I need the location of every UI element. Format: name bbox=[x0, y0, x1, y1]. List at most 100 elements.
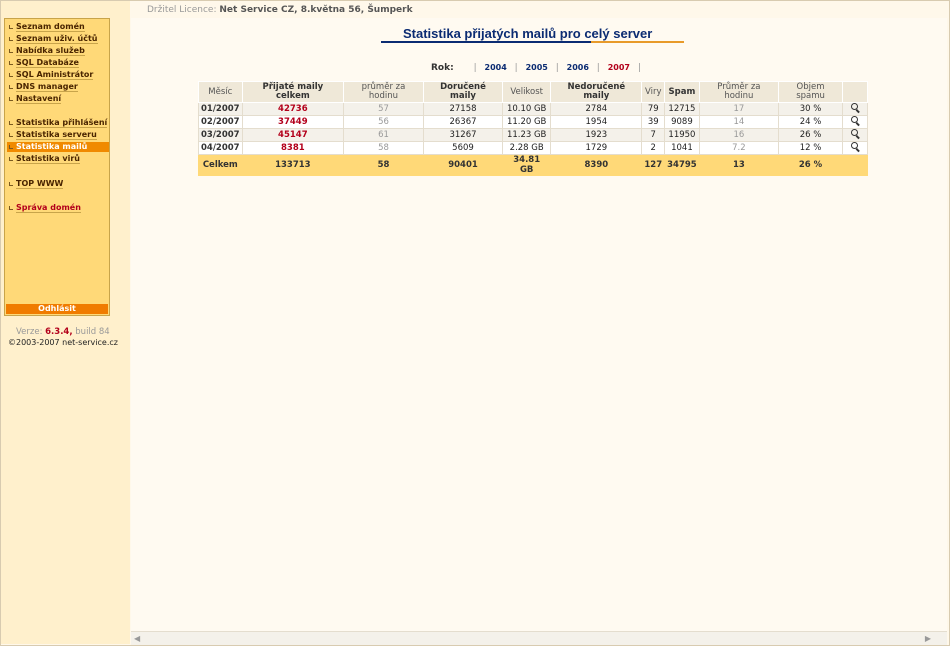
header-size: Velikost bbox=[502, 81, 552, 103]
cell-total-spam-volume: 26 % bbox=[778, 154, 843, 176]
menu-item-label: Statistika serveru bbox=[16, 130, 97, 140]
cell-month: 02/2007 bbox=[198, 115, 243, 129]
year-link-2007[interactable]: 2007 bbox=[608, 63, 630, 72]
separator: | bbox=[555, 63, 559, 73]
build-number: build 84 bbox=[75, 327, 110, 337]
separator: | bbox=[473, 63, 477, 73]
cell-undelivered: 1923 bbox=[550, 128, 643, 142]
version-label: Verze: bbox=[16, 327, 43, 337]
cell-avg: 58 bbox=[343, 141, 424, 155]
year-link-2005[interactable]: 2005 bbox=[526, 63, 548, 72]
menu-item-mail-stats[interactable]: Statistika mailů bbox=[7, 142, 109, 152]
table-row: 03/2007 45147 61 31267 11.23 GB 1923 7 1… bbox=[198, 128, 868, 142]
table-row: 01/2007 42736 57 27158 10.10 GB 2784 79 … bbox=[198, 102, 868, 116]
menu-item-label: Statistika přihlášení bbox=[16, 118, 108, 128]
cell-spam: 1041 bbox=[664, 141, 700, 155]
cell-detail bbox=[842, 141, 868, 155]
cell-spam-volume: 26 % bbox=[778, 128, 843, 142]
cell-month: 01/2007 bbox=[198, 102, 243, 116]
cell-spam-avg: 7.2 bbox=[698, 141, 780, 155]
menu-item-label: Správa domén bbox=[16, 203, 81, 213]
header-delivered: Doručené maily bbox=[422, 81, 504, 103]
magnifier-icon[interactable] bbox=[850, 103, 860, 112]
menu-item-services[interactable]: Nabídka služeb bbox=[7, 46, 85, 56]
cell-total-undelivered: 8390 bbox=[550, 154, 643, 176]
menu-item-domain-list[interactable]: Seznam domén bbox=[7, 22, 85, 32]
sidebar: Seznam domén Seznam uživ. účtů Nabídka s… bbox=[1, 1, 130, 644]
cell-spam: 11950 bbox=[664, 128, 700, 142]
separator: | bbox=[514, 63, 518, 73]
table-row: 04/2007 8381 58 5609 2.28 GB 1729 2 1041… bbox=[198, 141, 868, 155]
title-underline-accent bbox=[591, 41, 684, 43]
menu-item-user-accounts[interactable]: Seznam uživ. účtů bbox=[7, 34, 98, 44]
scroll-right-arrow-icon[interactable]: ▶ bbox=[925, 634, 931, 643]
year-link-2006[interactable]: 2006 bbox=[567, 63, 589, 72]
main-menu: Seznam domén Seznam uživ. účtů Nabídka s… bbox=[4, 18, 110, 316]
header-detail bbox=[842, 81, 868, 103]
cell-spam-avg: 16 bbox=[698, 128, 780, 142]
table-header-row: Měsíc Přijaté maily celkem průměr za hod… bbox=[198, 81, 868, 103]
year-selector: Rok: | 2004 | 2005 | 2006 | 2007 | bbox=[431, 63, 646, 73]
cell-spam-avg: 14 bbox=[698, 115, 780, 129]
magnifier-icon[interactable] bbox=[850, 116, 860, 125]
menu-item-domain-management[interactable]: Správa domén bbox=[7, 203, 81, 213]
year-link-2004[interactable]: 2004 bbox=[485, 63, 507, 72]
cell-spam: 9089 bbox=[664, 115, 700, 129]
cell-size: 2.28 GB bbox=[502, 141, 552, 155]
cell-received: 45147 bbox=[241, 128, 345, 142]
table-total-row: Celkem 133713 58 90401 34.81 GB 8390 127… bbox=[198, 154, 868, 176]
cell-total-empty bbox=[842, 154, 868, 176]
cell-undelivered: 2784 bbox=[550, 102, 643, 116]
menu-item-label: Statistika virů bbox=[16, 154, 80, 164]
magnifier-icon[interactable] bbox=[850, 142, 860, 151]
cell-undelivered: 1729 bbox=[550, 141, 643, 155]
licence-value: Net Service CZ, 8.května 56, Šumperk bbox=[219, 5, 413, 15]
horizontal-scrollbar[interactable]: ◀ ▶ bbox=[131, 631, 947, 645]
cell-size: 11.20 GB bbox=[502, 115, 552, 129]
cell-month: 04/2007 bbox=[198, 141, 243, 155]
cell-detail bbox=[842, 128, 868, 142]
cell-delivered: 26367 bbox=[422, 115, 504, 129]
cell-received: 8381 bbox=[241, 141, 345, 155]
menu-item-server-stats[interactable]: Statistika serveru bbox=[7, 130, 97, 140]
cell-spam-volume: 24 % bbox=[778, 115, 843, 129]
cell-size: 10.10 GB bbox=[502, 102, 552, 116]
menu-item-sql-databases[interactable]: SQL Databáze bbox=[7, 58, 79, 68]
header-undelivered: Nedoručené maily bbox=[550, 81, 643, 103]
cell-detail bbox=[842, 115, 868, 129]
menu-item-settings[interactable]: Nastavení bbox=[7, 94, 62, 104]
page-title: Statistika přijatých mailů pro celý serv… bbox=[403, 26, 653, 41]
menu-item-label: SQL Aministrátor bbox=[16, 70, 94, 80]
cell-spam-avg: 17 bbox=[698, 102, 780, 116]
cell-avg: 61 bbox=[343, 128, 424, 142]
menu-item-virus-stats[interactable]: Statistika virů bbox=[7, 154, 80, 164]
logout-button[interactable]: Odhlásit bbox=[6, 304, 108, 314]
top-bar: Držitel Licence: Net Service CZ, 8.květn… bbox=[130, 1, 948, 18]
scroll-left-arrow-icon[interactable]: ◀ bbox=[134, 634, 140, 643]
cell-total-avg: 58 bbox=[343, 154, 424, 176]
cell-delivered: 31267 bbox=[422, 128, 504, 142]
magnifier-icon[interactable] bbox=[850, 129, 860, 138]
separator: | bbox=[637, 63, 641, 73]
cell-viruses: 39 bbox=[641, 115, 666, 129]
menu-item-label: DNS manager bbox=[16, 82, 78, 92]
mail-stats-table: Měsíc Přijaté maily celkem průměr za hod… bbox=[198, 81, 868, 176]
cell-total-spam-avg: 13 bbox=[698, 154, 780, 176]
menu-item-sql-admin[interactable]: SQL Aministrátor bbox=[7, 70, 94, 80]
cell-month: 03/2007 bbox=[198, 128, 243, 142]
cell-received: 42736 bbox=[241, 102, 345, 116]
menu-item-dns-manager[interactable]: DNS manager bbox=[7, 82, 78, 92]
cell-viruses: 7 bbox=[641, 128, 666, 142]
cell-size: 11.23 GB bbox=[502, 128, 552, 142]
menu-item-login-stats[interactable]: Statistika přihlášení bbox=[7, 118, 108, 128]
menu-item-label: Nastavení bbox=[16, 94, 62, 104]
cell-avg: 56 bbox=[343, 115, 424, 129]
version-info: Verze: 6.3.4, build 84 bbox=[16, 327, 110, 337]
cell-undelivered: 1954 bbox=[550, 115, 643, 129]
menu-item-top-www[interactable]: TOP WWW bbox=[7, 179, 64, 189]
licence-label: Držitel Licence: bbox=[147, 5, 217, 15]
header-spam-volume: Objem spamu bbox=[778, 81, 843, 103]
cell-total-received: 133713 bbox=[241, 154, 345, 176]
menu-item-label: Statistika mailů bbox=[16, 142, 88, 152]
cell-delivered: 5609 bbox=[422, 141, 504, 155]
